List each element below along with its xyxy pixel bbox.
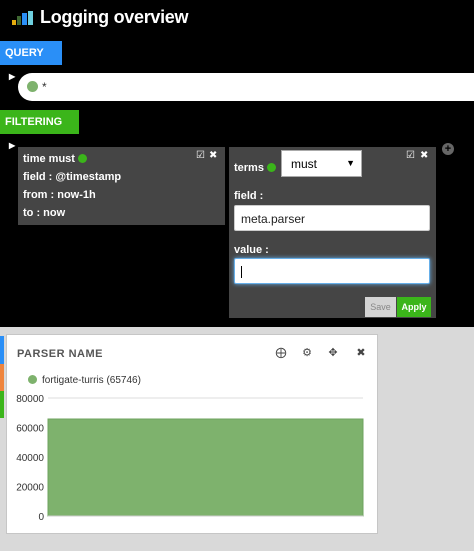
info-icon[interactable]: ⨁ <box>275 347 287 359</box>
row-collapse-handle-orange[interactable] <box>0 364 4 391</box>
dropdown-arrow-icon: ▼ <box>346 158 355 168</box>
app-logo <box>12 11 36 25</box>
query-input[interactable]: * <box>18 73 474 101</box>
query-tab-label: QUERY <box>5 47 44 59</box>
y-tick-label: 40000 <box>16 453 44 464</box>
terms-filter: terms must ▼ ☑ ✖ field : meta.parser valu… <box>229 147 436 318</box>
header: Logging overview <box>0 0 474 38</box>
chevron-right-icon: ▶ <box>9 141 16 150</box>
query-section-toggle[interactable]: QUERY ▶ <box>0 41 62 81</box>
filter-active-dot[interactable] <box>77 154 87 163</box>
close-icon[interactable]: ✖ <box>209 150 217 161</box>
value-label: value : <box>234 244 269 256</box>
y-tick-label: 20000 <box>16 483 44 494</box>
close-icon[interactable]: ✖ <box>355 347 367 359</box>
filter-active-dot[interactable] <box>266 163 276 172</box>
apply-button[interactable]: Apply <box>397 297 431 317</box>
terms-filter-type: terms <box>234 162 276 174</box>
add-filter-icon[interactable]: + <box>442 143 454 155</box>
query-color-dot[interactable] <box>27 81 38 92</box>
edit-checkbox-icon[interactable]: ☑ <box>196 150 205 161</box>
filtering-section-toggle[interactable]: FILTERING ▶ <box>0 110 79 150</box>
dashboard-title[interactable]: Logging overview <box>40 7 189 28</box>
legend-item[interactable]: fortigate-turris (65746) <box>28 375 141 386</box>
time-filter-to: to : now <box>23 207 66 219</box>
time-filter-field: field : @timestamp <box>23 171 122 183</box>
field-input[interactable]: meta.parser <box>234 205 430 231</box>
time-filter-title: time must <box>23 153 225 171</box>
row-collapse-handle-blue[interactable] <box>0 336 4 364</box>
field-label: field : <box>234 190 264 202</box>
chevron-right-icon: ▶ <box>9 72 16 81</box>
value-input[interactable] <box>234 258 430 284</box>
text-cursor <box>241 266 242 278</box>
filter-mode-select[interactable]: must ▼ <box>281 150 362 177</box>
gear-icon[interactable]: ⚙ <box>301 347 313 359</box>
y-tick-label: 60000 <box>16 424 44 435</box>
edit-checkbox-icon[interactable]: ☑ <box>406 150 415 161</box>
time-filter-from: from : now-1h <box>23 189 96 201</box>
query-value: * <box>42 80 47 94</box>
filtering-tab-label: FILTERING <box>5 116 63 128</box>
save-button[interactable]: Save <box>365 297 396 317</box>
parser-area-chart: 0 20000 40000 60000 80000 <box>16 394 364 523</box>
panel-title: PARSER NAME <box>17 348 103 360</box>
legend-color-dot <box>28 375 37 384</box>
parser-name-panel: PARSER NAME ⨁ ⚙ ✥ ✖ fortigate-turris (65… <box>6 334 378 534</box>
close-icon[interactable]: ✖ <box>420 150 428 161</box>
y-tick-label: 80000 <box>16 394 44 405</box>
move-icon[interactable]: ✥ <box>327 347 339 359</box>
y-tick-label: 0 <box>38 512 44 523</box>
series-area[interactable] <box>47 418 364 517</box>
row-collapse-handle-green[interactable] <box>0 391 4 418</box>
time-filter: time must field : @timestamp from : now-… <box>18 147 225 225</box>
